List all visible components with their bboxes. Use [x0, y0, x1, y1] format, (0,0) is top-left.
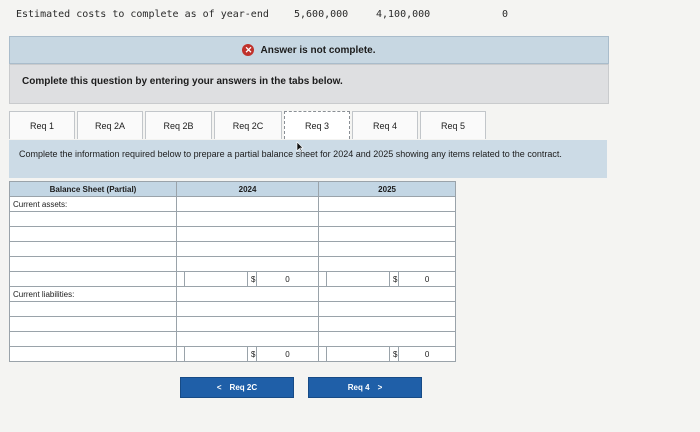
- requirement-tabs: Req 1 Req 2A Req 2B Req 2C Req 3 Req 4 R…: [9, 111, 488, 140]
- tab-req-2a[interactable]: Req 2A: [77, 111, 143, 139]
- tab-label: Req 1: [29, 120, 55, 131]
- input-label-cell[interactable]: [9, 316, 177, 332]
- prev-req-button[interactable]: < Req 2C: [180, 377, 294, 398]
- input-cell-2025[interactable]: [318, 241, 457, 257]
- table-row: Current assets:: [9, 196, 457, 212]
- requirement-text: Complete the information required below …: [19, 149, 562, 159]
- tab-req-2b[interactable]: Req 2B: [145, 111, 212, 139]
- tab-req-4[interactable]: Req 4: [352, 111, 418, 139]
- mouse-cursor-icon: [296, 141, 304, 153]
- header-2025: 2025: [318, 181, 457, 197]
- balance-sheet-table: Balance Sheet (Partial) 2024 2025 Curren…: [9, 181, 457, 362]
- input-cell-2024[interactable]: [175, 316, 320, 332]
- input-cell-2024[interactable]: [175, 241, 320, 257]
- table-row: Current liabilities:: [9, 286, 457, 302]
- tab-label: Req 4: [372, 120, 398, 131]
- input-cell-2024[interactable]: [175, 301, 320, 317]
- tab-label: Req 2A: [94, 120, 126, 131]
- tab-label: Req 2C: [232, 120, 264, 131]
- estimated-costs-label: Estimated costs to complete as of year-e…: [16, 9, 269, 20]
- input-label-cell[interactable]: [9, 211, 177, 227]
- input-cell-2025[interactable]: [318, 226, 457, 242]
- assets-total-2025: 0: [398, 271, 457, 287]
- input-cell-2025[interactable]: [318, 211, 457, 227]
- input-label-cell[interactable]: [9, 256, 177, 272]
- input-cell-2024[interactable]: [175, 256, 320, 272]
- input-cell-2024[interactable]: [175, 331, 320, 347]
- dollar-sign: $: [247, 346, 257, 362]
- estimated-costs-value-3: 0: [502, 9, 509, 20]
- chevron-right-icon: >: [377, 383, 383, 392]
- input-cell-2024[interactable]: [175, 226, 320, 242]
- tab-req-1[interactable]: Req 1: [9, 111, 75, 139]
- table-row: [9, 226, 457, 242]
- input-cell-2025[interactable]: [318, 196, 457, 212]
- table-row: [9, 241, 457, 257]
- input-label-cell[interactable]: [9, 241, 177, 257]
- current-liabilities-label: Current liabilities:: [9, 286, 177, 302]
- answer-status-text: Answer is not complete.: [260, 44, 376, 56]
- dollar-sign: $: [389, 271, 400, 287]
- tab-label: Req 3: [304, 120, 330, 131]
- requirement-banner: Complete the information required below …: [9, 140, 607, 178]
- tab-label: Req 2B: [163, 120, 194, 131]
- header-balance-sheet: Balance Sheet (Partial): [9, 181, 177, 197]
- tab-req-2c[interactable]: Req 2C: [214, 111, 282, 139]
- table-header-row: Balance Sheet (Partial) 2024 2025: [9, 181, 457, 197]
- instruction-text: Complete this question by entering your …: [22, 76, 343, 87]
- prev-req-label: Req 2C: [229, 383, 258, 392]
- table-row: [9, 331, 457, 347]
- dollar-sign: $: [247, 271, 257, 287]
- table-row: [9, 211, 457, 227]
- tab-label: Req 5: [440, 120, 466, 131]
- liabilities-total-2025: 0: [398, 346, 457, 362]
- answer-status-banner: ✕ Answer is not complete.: [9, 36, 609, 64]
- tab-req-5[interactable]: Req 5: [420, 111, 486, 139]
- input-cell-2024[interactable]: [175, 196, 320, 212]
- total-label-cell: [9, 346, 177, 362]
- input-cell-2025[interactable]: [318, 286, 457, 302]
- total-label-cell: [9, 271, 177, 287]
- x-circle-icon: ✕: [242, 44, 255, 56]
- liabilities-total-2024: 0: [255, 346, 320, 362]
- table-row: [9, 316, 457, 332]
- instruction-box: Complete this question by entering your …: [9, 64, 609, 104]
- dollar-sign: $: [389, 346, 400, 362]
- assets-total-row: $ 0 $ 0: [9, 271, 457, 287]
- input-cell-2025[interactable]: [318, 301, 457, 317]
- input-label-cell[interactable]: [9, 301, 177, 317]
- tab-req-3[interactable]: Req 3: [284, 111, 350, 139]
- input-cell-2025[interactable]: [318, 256, 457, 272]
- estimated-costs-value-2: 4,100,000: [376, 9, 431, 20]
- next-req-button[interactable]: Req 4 >: [308, 377, 422, 398]
- estimated-costs-value-1: 5,600,000: [294, 9, 349, 20]
- assets-total-2024: 0: [255, 271, 320, 287]
- chevron-left-icon: <: [216, 383, 222, 392]
- header-2024: 2024: [175, 181, 320, 197]
- liabilities-total-row: $ 0 $ 0: [9, 346, 457, 362]
- table-row: [9, 301, 457, 317]
- input-cell-2025[interactable]: [318, 316, 457, 332]
- table-row: [9, 256, 457, 272]
- input-label-cell[interactable]: [9, 331, 177, 347]
- input-cell-2025[interactable]: [318, 331, 457, 347]
- input-cell-2024[interactable]: [175, 286, 320, 302]
- current-assets-label: Current assets:: [9, 196, 177, 212]
- input-cell-2024[interactable]: [175, 211, 320, 227]
- next-req-label: Req 4: [347, 383, 370, 392]
- input-label-cell[interactable]: [9, 226, 177, 242]
